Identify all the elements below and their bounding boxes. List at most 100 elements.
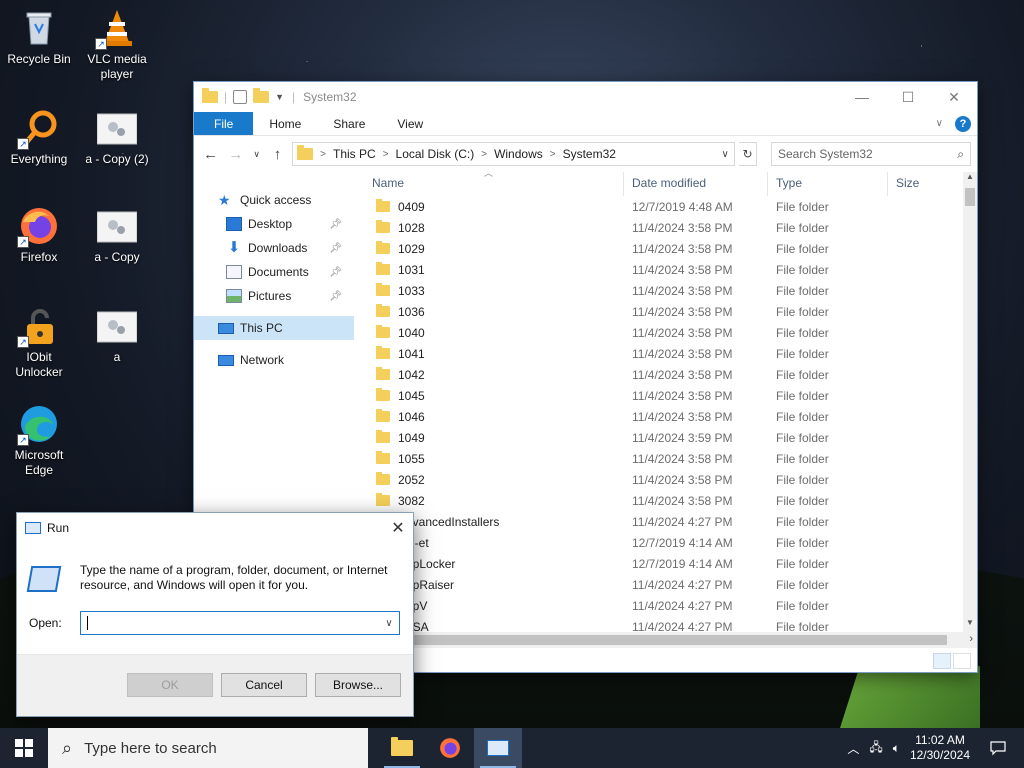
table-row[interactable]: AdvancedInstallers 11/4/2024 4:27 PM File … xyxy=(364,511,963,532)
forward-arrow-icon[interactable]: → xyxy=(225,142,246,166)
desktop-icon-a[interactable]: a xyxy=(79,306,155,365)
browse-button[interactable]: Browse... xyxy=(315,673,401,697)
table-row[interactable]: 1055 11/4/2024 3:58 PM File folder xyxy=(364,448,963,469)
folder-icon xyxy=(376,220,390,233)
scroll-up-arrow-icon[interactable]: ▲ xyxy=(963,172,977,186)
horizontal-scrollbar[interactable]: › xyxy=(354,632,977,648)
network-icon[interactable]: 🖧︎ xyxy=(869,738,882,759)
table-row[interactable]: 2052 11/4/2024 3:58 PM File folder xyxy=(364,469,963,490)
open-combobox[interactable]: ∨ xyxy=(80,611,400,635)
desktop-icon-iobit-unlocker[interactable]: ↗ IObit Unlocker xyxy=(1,306,77,380)
close-icon[interactable]: ✕ xyxy=(383,518,413,538)
desktop-icon-vlc[interactable]: ↗ VLC media player xyxy=(79,8,155,82)
table-row[interactable]: ar-SA11/4/2024 4:27 PMFile folder xyxy=(364,616,963,632)
maximize-button[interactable]: ☐ xyxy=(885,82,931,112)
ok-button[interactable]: OK xyxy=(127,673,213,697)
table-row[interactable]: 1028 11/4/2024 3:58 PM File folder xyxy=(364,217,963,238)
taskbar-file-explorer[interactable] xyxy=(378,728,426,768)
breadcrumb-local-disk[interactable]: Local Disk (C:) xyxy=(396,147,475,161)
expand-ribbon-chevron-icon[interactable]: ∨ xyxy=(936,118,943,129)
table-row[interactable]: 1031 11/4/2024 3:58 PM File folder xyxy=(364,259,963,280)
chevron-down-icon[interactable]: ∨ xyxy=(379,618,399,629)
nav-downloads[interactable]: ⬇ Downloads 📌︎ xyxy=(194,236,354,260)
nav-quick-access[interactable]: ★ Quick access xyxy=(194,188,354,212)
refresh-icon[interactable]: ↻ xyxy=(739,142,757,166)
breadcrumb-this-pc[interactable]: This PC xyxy=(333,147,376,161)
table-row[interactable]: am-et12/7/2019 4:14 AMFile folder xyxy=(364,532,963,553)
table-row[interactable]: 1045 11/4/2024 3:58 PM File folder xyxy=(364,385,963,406)
column-header-name[interactable]: Name ︿ xyxy=(364,172,624,196)
column-header-size[interactable]: Size xyxy=(888,172,958,196)
table-row[interactable]: AppLocker 12/7/2019 4:14 AM File folder xyxy=(364,553,963,574)
explorer-titlebar[interactable]: | ▼ | System32 — ☐ ✕ xyxy=(194,82,977,112)
scrollbar-thumb[interactable] xyxy=(965,188,975,206)
table-row[interactable]: 1049 11/4/2024 3:59 PM File folder xyxy=(364,427,963,448)
tab-share[interactable]: Share xyxy=(317,112,381,135)
table-row[interactable]: 1046 11/4/2024 3:58 PM File folder xyxy=(364,406,963,427)
clock[interactable]: 11:02 AM 12/30/2024 xyxy=(910,733,970,763)
scroll-down-arrow-icon[interactable]: ▼ xyxy=(963,618,977,632)
close-button[interactable]: ✕ xyxy=(931,82,977,112)
desktop-icon-microsoft-edge[interactable]: ↗ Microsoft Edge xyxy=(1,404,77,478)
table-row[interactable]: 1033 11/4/2024 3:58 PM File folder xyxy=(364,280,963,301)
table-row[interactable]: 1036 11/4/2024 3:58 PM File folder xyxy=(364,301,963,322)
table-row[interactable]: 1041 11/4/2024 3:58 PM File folder xyxy=(364,343,963,364)
nav-pictures[interactable]: Pictures 📌︎ xyxy=(194,284,354,308)
nav-this-pc[interactable]: This PC xyxy=(194,316,354,340)
tab-view[interactable]: View xyxy=(381,112,439,135)
large-icons-view-icon[interactable] xyxy=(953,653,971,669)
up-arrow-icon[interactable]: ↑ xyxy=(267,142,288,166)
run-titlebar[interactable]: Run ✕ xyxy=(17,513,413,543)
table-row[interactable]: 0409 12/7/2019 4:48 AM File folder xyxy=(364,196,963,217)
taskbar-firefox[interactable] xyxy=(426,728,474,768)
gear-file-icon xyxy=(96,306,138,346)
volume-icon[interactable]: 🔈︎ xyxy=(893,741,900,756)
back-arrow-icon[interactable]: ← xyxy=(200,142,221,166)
column-header-date[interactable]: Date modified xyxy=(624,172,768,196)
table-row[interactable]: 3082 11/4/2024 3:58 PM File folder xyxy=(364,490,963,511)
recent-locations-chevron-icon[interactable]: ∨ xyxy=(251,142,263,166)
nav-desktop[interactable]: Desktop 📌︎ xyxy=(194,212,354,236)
nav-documents[interactable]: Documents 📌︎ xyxy=(194,260,354,284)
column-headers: Name ︿ Date modified Type Size xyxy=(364,172,963,196)
customize-toolbar-chevron-icon[interactable]: ▼ xyxy=(275,92,284,102)
nav-network[interactable]: Network xyxy=(194,348,354,372)
file-explorer-icon xyxy=(391,737,413,756)
table-row[interactable]: 1042 11/4/2024 3:58 PM File folder xyxy=(364,364,963,385)
details-view-icon[interactable] xyxy=(933,653,951,669)
tab-file[interactable]: File xyxy=(194,112,254,135)
scrollbar-thumb[interactable] xyxy=(410,635,947,645)
folder-icon xyxy=(376,283,390,296)
column-header-type[interactable]: Type xyxy=(768,172,888,196)
vertical-scrollbar[interactable]: ▲ ▼ xyxy=(963,172,977,632)
firefox-icon xyxy=(440,738,460,758)
minimize-button[interactable]: — xyxy=(839,82,885,112)
start-button[interactable] xyxy=(0,728,48,768)
tab-home[interactable]: Home xyxy=(253,112,317,135)
table-row[interactable]: AppRaiser 11/4/2024 4:27 PM File folder xyxy=(364,574,963,595)
table-row[interactable]: AppV11/4/2024 4:27 PMFile folder xyxy=(364,595,963,616)
desktop-icon-a-copy[interactable]: a - Copy xyxy=(79,206,155,265)
desktop-icon-firefox[interactable]: ↗ Firefox xyxy=(1,206,77,265)
help-icon[interactable]: ? xyxy=(955,115,971,132)
table-row[interactable]: 1040 11/4/2024 3:58 PM File folder xyxy=(364,322,963,343)
table-row[interactable]: 1029 11/4/2024 3:58 PM File folder xyxy=(364,238,963,259)
notification-icon[interactable] xyxy=(980,740,1016,756)
run-dialog[interactable]: Run ✕ Type the name of a program, folder… xyxy=(16,512,414,717)
address-dropdown-chevron-icon[interactable]: ∨ xyxy=(716,149,734,160)
file-name: 0409 xyxy=(398,199,425,214)
breadcrumb-windows[interactable]: Windows xyxy=(494,147,543,161)
desktop-icon-a-copy-2[interactable]: a - Copy (2) xyxy=(79,108,155,167)
taskbar-search-box[interactable]: ⌕ Type here to search xyxy=(48,728,368,768)
search-input[interactable]: Search System32 ⌕ xyxy=(770,142,971,166)
new-folder-icon[interactable] xyxy=(253,88,270,103)
scroll-right-arrow-icon[interactable]: › xyxy=(969,633,973,645)
desktop-icon-recycle-bin[interactable]: Recycle Bin xyxy=(1,8,77,67)
address-bar[interactable]: > This PC > Local Disk (C:) > Windows > … xyxy=(292,142,736,166)
properties-checkbox-icon[interactable] xyxy=(233,90,248,104)
show-hidden-icons-chevron-icon[interactable]: ︿ xyxy=(847,740,859,757)
desktop-icon-everything[interactable]: ↗ Everything xyxy=(1,108,77,167)
taskbar-run[interactable] xyxy=(474,728,522,768)
breadcrumb-system32[interactable]: System32 xyxy=(563,147,616,161)
cancel-button[interactable]: Cancel xyxy=(221,673,307,697)
